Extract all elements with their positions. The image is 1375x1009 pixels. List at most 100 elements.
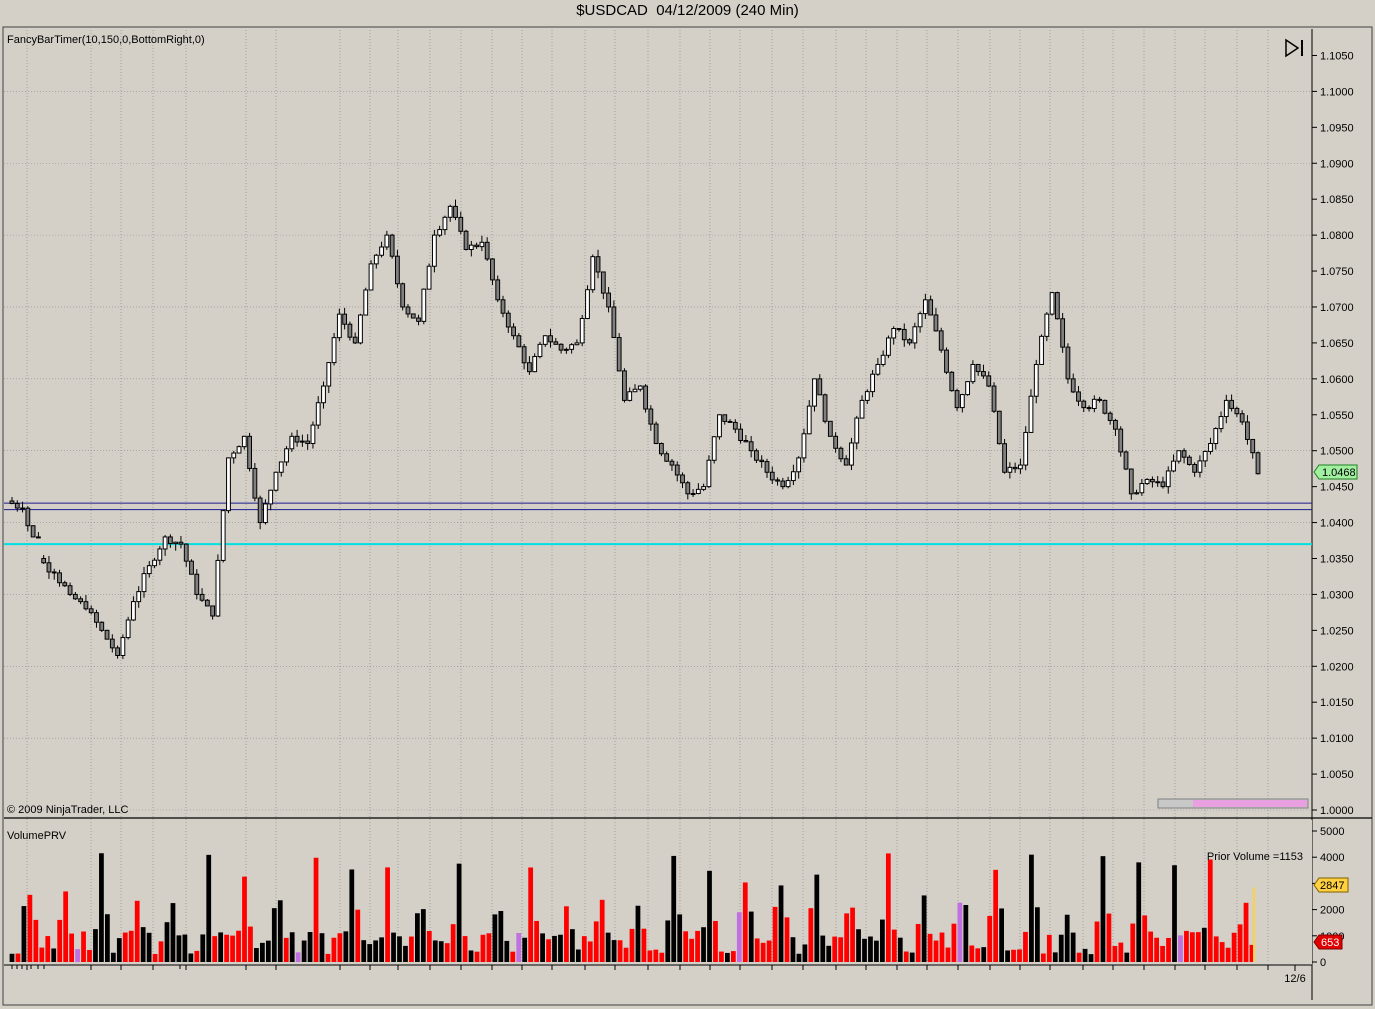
volume-bar <box>27 894 33 962</box>
candle-body <box>46 562 52 573</box>
candle-body <box>653 423 659 445</box>
volume-bar <box>15 953 21 962</box>
volume-bar <box>9 953 15 962</box>
volume-bar <box>1011 949 1016 962</box>
volume-bar <box>355 909 361 962</box>
candle-body <box>981 371 986 377</box>
candle-body <box>373 254 379 265</box>
candle-body <box>1049 292 1055 315</box>
candle-body <box>1139 483 1145 494</box>
candle-body <box>490 258 495 281</box>
candle-body <box>896 328 902 331</box>
volume-bar <box>39 947 45 962</box>
volume-bar <box>498 910 504 962</box>
price-axis-label: 1.0000 <box>1320 805 1354 817</box>
candle-body <box>62 582 68 587</box>
candle-body <box>1250 438 1256 454</box>
volume-bar <box>391 932 396 962</box>
volume-bar <box>689 938 694 962</box>
volume-bar <box>325 953 331 962</box>
candle-body <box>1086 407 1092 410</box>
candle-body <box>970 363 976 383</box>
candle-body <box>1165 470 1171 488</box>
volume-axis-label: 5000 <box>1320 826 1344 838</box>
volume-bar <box>1207 859 1213 962</box>
volume-bar <box>134 900 140 962</box>
candle-body <box>727 420 733 423</box>
candle-body <box>732 421 738 430</box>
candle-body <box>167 536 173 545</box>
volume-bar <box>403 945 408 962</box>
candle-body <box>521 346 527 364</box>
candle-body <box>1181 450 1187 458</box>
volume-bar <box>444 943 450 962</box>
volume-bar <box>999 908 1004 962</box>
volume-bar <box>1112 946 1118 962</box>
volume-bar <box>522 937 528 962</box>
candle-body <box>88 608 94 614</box>
volume-bar <box>1070 932 1076 962</box>
volume-bar <box>438 941 444 962</box>
price-axis-label: 1.0850 <box>1320 194 1354 206</box>
volume-bar <box>456 863 462 962</box>
candle-body <box>83 601 89 610</box>
candle-body <box>585 289 590 319</box>
candle-body <box>437 229 443 236</box>
chart-canvas[interactable]: 1.1050 1.1000 1.0950 1.0900 1.0850 1.0800 1.07… <box>0 0 1375 1009</box>
volume-bar <box>546 939 551 962</box>
volume-bar <box>629 928 635 962</box>
volume-bar <box>93 929 98 962</box>
candle-body <box>717 414 722 438</box>
volume-bar <box>719 951 724 962</box>
candle-body <box>505 312 511 328</box>
candle-body <box>305 440 311 445</box>
candle-body <box>99 621 105 631</box>
volume-bar <box>1243 902 1249 962</box>
volume-bar <box>331 937 337 962</box>
candle-body <box>954 390 960 409</box>
volume-bar <box>289 932 295 962</box>
volume-bar <box>510 951 516 962</box>
volume-bar <box>81 931 86 962</box>
volume-bar <box>1064 914 1070 962</box>
candle-body <box>236 446 242 454</box>
candle-body <box>9 500 15 504</box>
candle-body <box>590 256 596 291</box>
candle-body <box>157 548 163 561</box>
volume-bar <box>474 951 480 962</box>
volume-panel[interactable] <box>4 820 1312 965</box>
scroll-to-end-icon[interactable] <box>1283 36 1307 60</box>
volume-bar <box>742 882 748 962</box>
candle-body <box>1144 478 1150 485</box>
volume-bar <box>1142 915 1148 962</box>
volume-bar <box>45 936 51 962</box>
volume-bar <box>1106 913 1112 962</box>
volume-bar <box>1017 949 1022 962</box>
volume-bar <box>116 938 122 962</box>
candle-body <box>812 378 817 407</box>
price-axis-label: 1.0650 <box>1320 338 1354 350</box>
current-volume-badge: 653 <box>1313 934 1343 950</box>
volume-bar <box>1201 927 1207 962</box>
candle-body <box>336 313 342 339</box>
candle-body <box>1118 428 1124 453</box>
candle-body <box>1091 398 1097 409</box>
candle-body <box>331 337 337 364</box>
volume-bar <box>850 907 855 962</box>
candle-body <box>178 541 184 545</box>
volume-bar <box>152 953 158 962</box>
volume-bar <box>760 942 766 962</box>
candle-body <box>754 450 759 461</box>
candle-body <box>886 337 891 356</box>
candle-body <box>907 339 912 344</box>
candle-body <box>231 452 237 459</box>
volume-bar <box>516 933 522 962</box>
candle-body <box>363 289 369 316</box>
volume-bar <box>641 928 647 962</box>
volume-bar <box>343 931 349 962</box>
candle-body <box>532 356 538 373</box>
volume-axis-label: 4000 <box>1320 852 1344 864</box>
candle-body <box>854 417 860 444</box>
candle-body <box>358 314 363 344</box>
candle-body <box>1202 450 1208 462</box>
